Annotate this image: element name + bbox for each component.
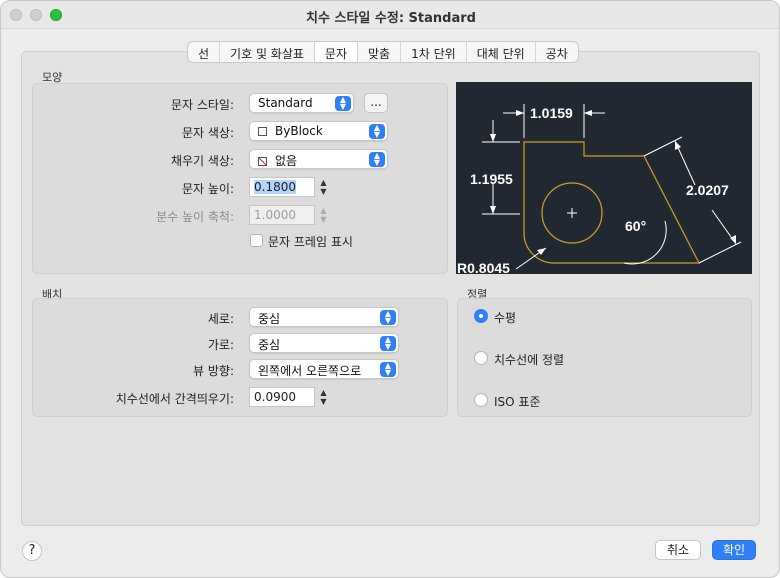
preview-radius: R0.8045 bbox=[457, 260, 510, 274]
horizontal-label: 가로: bbox=[207, 338, 234, 352]
fraction-scale-input: 1.0000 bbox=[249, 205, 315, 225]
text-frame-label: 문자 프레임 표시 bbox=[268, 235, 353, 249]
text-style-label: 문자 스타일: bbox=[170, 98, 234, 112]
view-direction-label: 뷰 방향: bbox=[193, 364, 234, 378]
align-iso-radio[interactable] bbox=[474, 393, 488, 407]
ok-button[interactable]: 확인 bbox=[712, 540, 756, 560]
no-fill-swatch-icon bbox=[258, 157, 267, 166]
text-color-select[interactable]: ByBlock ▲ ▼ bbox=[249, 121, 388, 141]
updown-chevron-icon: ▲ ▼ bbox=[335, 96, 351, 111]
help-button[interactable]: ? bbox=[22, 541, 42, 561]
text-height-label: 문자 높이: bbox=[181, 182, 234, 196]
dialog-window: 치수 스타일 수정: Standard 선 기호 및 화살표 문자 맞춤 1차 … bbox=[0, 0, 780, 578]
align-horizontal-radio[interactable] bbox=[474, 309, 488, 323]
preview-dim-left: 1.1955 bbox=[470, 171, 513, 187]
fill-color-label: 채우기 색상: bbox=[170, 154, 234, 168]
text-height-stepper[interactable]: ▲ ▼ bbox=[317, 178, 330, 198]
text-style-select[interactable]: Standard ▲ ▼ bbox=[249, 93, 354, 113]
offset-input[interactable]: 0.0900 bbox=[249, 387, 315, 407]
align-with-dimline-radio[interactable] bbox=[474, 351, 488, 365]
text-height-input[interactable]: 0.1800 bbox=[249, 177, 315, 197]
offset-stepper[interactable]: ▲ ▼ bbox=[317, 388, 330, 408]
fraction-scale-value: 1.0000 bbox=[254, 208, 296, 222]
preview-dim-top: 1.0159 bbox=[530, 105, 573, 121]
preview-dim-right: 2.0207 bbox=[686, 182, 729, 198]
tab-tolerances[interactable]: 공차 bbox=[536, 42, 578, 62]
text-frame-checkbox[interactable] bbox=[250, 234, 263, 247]
window-title: 치수 스타일 수정: Standard bbox=[306, 11, 476, 26]
view-direction-select[interactable]: 왼쪽에서 오른쪽으로 ▲ ▼ bbox=[249, 359, 399, 379]
align-with-dimline-label: 치수선에 정렬 bbox=[494, 353, 565, 367]
tab-lines[interactable]: 선 bbox=[188, 42, 221, 62]
tab-fit[interactable]: 맞춤 bbox=[358, 42, 402, 62]
horizontal-value: 중심 bbox=[258, 338, 281, 352]
text-style-browse-button[interactable]: ... bbox=[364, 93, 388, 113]
offset-value: 0.0900 bbox=[254, 390, 296, 404]
text-style-value: Standard bbox=[258, 96, 313, 110]
fraction-scale-stepper: ▲ ▼ bbox=[320, 206, 327, 224]
dimension-preview: 1.0159 1.1955 2.0207 60° R0.8045 bbox=[456, 82, 752, 276]
vertical-value: 중심 bbox=[258, 312, 281, 326]
align-horizontal-label: 수평 bbox=[494, 311, 517, 325]
fraction-scale-label: 분수 높이 축척: bbox=[156, 210, 234, 224]
text-color-value: ByBlock bbox=[275, 124, 323, 138]
tab-bar: 선 기호 및 화살표 문자 맞춤 1차 단위 대체 단위 공차 bbox=[187, 41, 579, 63]
updown-chevron-icon: ▲ ▼ bbox=[380, 362, 396, 377]
updown-chevron-icon: ▲ ▼ bbox=[380, 310, 396, 325]
text-color-label: 문자 색상: bbox=[181, 126, 234, 140]
fill-color-select[interactable]: 없음 ▲ ▼ bbox=[249, 149, 388, 169]
fill-color-value: 없음 bbox=[275, 154, 298, 168]
tab-primary-units[interactable]: 1차 단위 bbox=[401, 42, 467, 62]
color-swatch-icon bbox=[258, 127, 267, 136]
preview-drawing: 1.0159 1.1955 2.0207 60° R0.8045 bbox=[457, 104, 742, 276]
updown-chevron-icon: ▲ ▼ bbox=[369, 124, 385, 139]
vertical-label: 세로: bbox=[207, 312, 234, 326]
tab-text[interactable]: 문자 bbox=[314, 42, 359, 62]
updown-chevron-icon: ▲ ▼ bbox=[369, 152, 385, 167]
updown-chevron-icon: ▲ ▼ bbox=[380, 336, 396, 351]
view-direction-value: 왼쪽에서 오른쪽으로 bbox=[258, 364, 362, 378]
offset-label: 치수선에서 간격띄우기: bbox=[115, 392, 234, 406]
vertical-select[interactable]: 중심 ▲ ▼ bbox=[249, 307, 399, 327]
tab-symbols-arrows[interactable]: 기호 및 화살표 bbox=[220, 42, 315, 62]
preview-part-outline bbox=[523, 141, 700, 264]
align-iso-label: ISO 표준 bbox=[494, 395, 541, 409]
tab-alternate-units[interactable]: 대체 단위 bbox=[467, 42, 536, 62]
cancel-button[interactable]: 취소 bbox=[655, 540, 701, 560]
horizontal-select[interactable]: 중심 ▲ ▼ bbox=[249, 333, 399, 353]
text-height-value: 0.1800 bbox=[254, 180, 296, 194]
title-bar: 치수 스타일 수정: Standard bbox=[1, 1, 779, 29]
preview-angle: 60° bbox=[625, 218, 646, 234]
